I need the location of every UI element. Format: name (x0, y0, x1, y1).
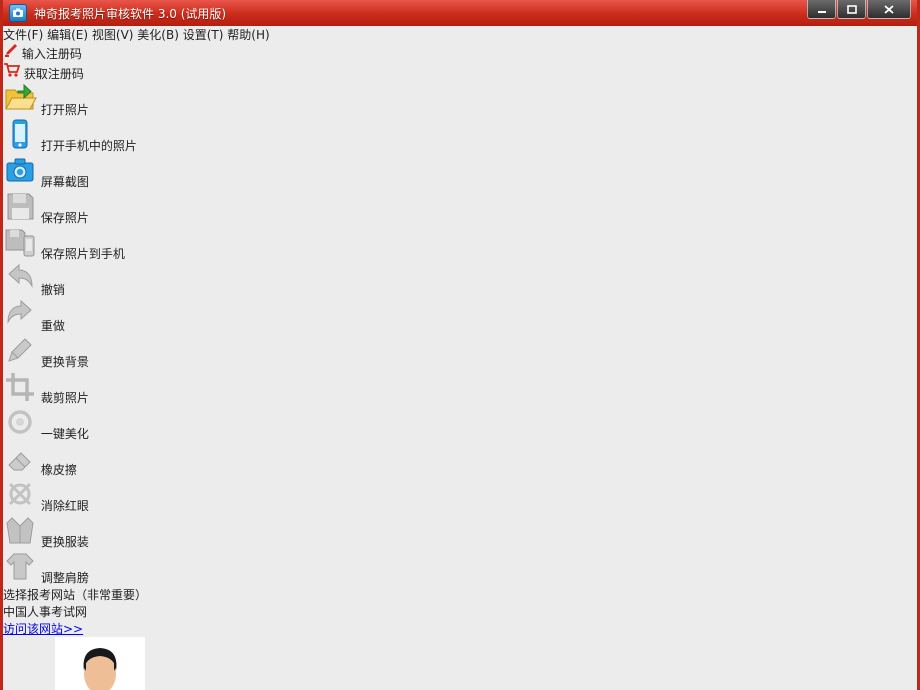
remove-red-eye-button: 消除红眼 (3, 478, 917, 514)
save-icon (3, 190, 37, 222)
change-background-button: 更换背景 (3, 334, 917, 370)
cart-icon (3, 62, 20, 78)
clothes-icon (3, 514, 37, 546)
title-bar: 神奇报考照片审核软件 3.0 (试用版) (3, 0, 917, 26)
menu-right: 输入注册码 获取注册码 (3, 43, 917, 82)
menu-view[interactable]: 视图(V) (92, 28, 134, 42)
window-controls (807, 0, 911, 19)
minimize-button[interactable] (807, 0, 836, 19)
site-dropdown[interactable]: 中国人事考试网 (3, 603, 917, 620)
open-phone-photo-button[interactable]: 打开手机中的照片 (3, 118, 917, 154)
enter-regcode-link[interactable]: 输入注册码 (3, 43, 917, 62)
red-eye-icon (3, 478, 37, 510)
photo-requirements-group: 照片要求 近期彩色标准1寸，半身免冠正面证件照，照片底色背景为白色（宽295像素… (3, 637, 917, 690)
save-photo-button: 保存照片 (3, 190, 917, 226)
undo-icon (3, 262, 37, 294)
eraser-icon (3, 442, 37, 474)
redo-button: 重做 (3, 298, 917, 334)
beautify-icon (3, 406, 37, 438)
menu-bar: 文件(F) 编辑(E) 视图(V) 美化(B) 设置(T) 帮助(H) 输入注册… (3, 26, 917, 82)
save-photo-to-phone-button: 保存照片到手机 (3, 226, 917, 262)
window-title: 神奇报考照片审核软件 3.0 (试用版) (34, 5, 226, 22)
sample-photo (55, 637, 145, 690)
redo-icon (3, 298, 37, 330)
site-dropdown-value: 中国人事考试网 (3, 605, 87, 619)
menu-edit[interactable]: 编辑(E) (47, 28, 88, 42)
sidebar: 选择报考网站（非常重要） 中国人事考试网 访问该网站>> 照片要求 (3, 586, 917, 690)
phone-photo-icon (3, 118, 37, 150)
get-regcode-link[interactable]: 获取注册码 (3, 62, 917, 82)
open-photo-icon (3, 82, 37, 114)
menu-file[interactable]: 文件(F) (3, 28, 43, 42)
one-key-beautify-button: 一键美化 (3, 406, 917, 442)
app-icon (9, 4, 27, 22)
eraser-button: 橡皮擦 (3, 442, 917, 478)
menu-settings[interactable]: 设置(T) (183, 28, 224, 42)
change-clothes-button: 更换服装 (3, 514, 917, 550)
adjust-shoulders-button: 调整肩膀 (3, 550, 917, 586)
content-area: 选择报考网站（非常重要） 中国人事考试网 访问该网站>> 照片要求 (3, 586, 917, 690)
background-icon (3, 334, 37, 366)
crop-icon (3, 370, 37, 402)
pen-register-icon (3, 43, 18, 58)
screenshot-icon (3, 154, 37, 186)
maximize-button[interactable] (837, 0, 866, 19)
menu-beautify[interactable]: 美化(B) (137, 28, 179, 42)
app-window: 神奇报考照片审核软件 3.0 (试用版) 文件(F) 编辑(E) 视图(V) 美… (0, 0, 920, 690)
crop-photo-button: 裁剪照片 (3, 370, 917, 406)
undo-button: 撤销 (3, 262, 917, 298)
site-section-title: 选择报考网站（非常重要） (3, 586, 917, 603)
close-button[interactable] (867, 0, 911, 19)
visit-site-link[interactable]: 访问该网站>> (3, 622, 83, 636)
save-to-phone-icon (3, 226, 37, 258)
main-toolbar: 打开照片 打开手机中的照片 屏幕截图 (3, 82, 917, 586)
open-photo-button[interactable]: 打开照片 (3, 82, 917, 118)
menu-help[interactable]: 帮助(H) (227, 28, 269, 42)
screenshot-button[interactable]: 屏幕截图 (3, 154, 917, 190)
shoulders-icon (3, 550, 37, 582)
